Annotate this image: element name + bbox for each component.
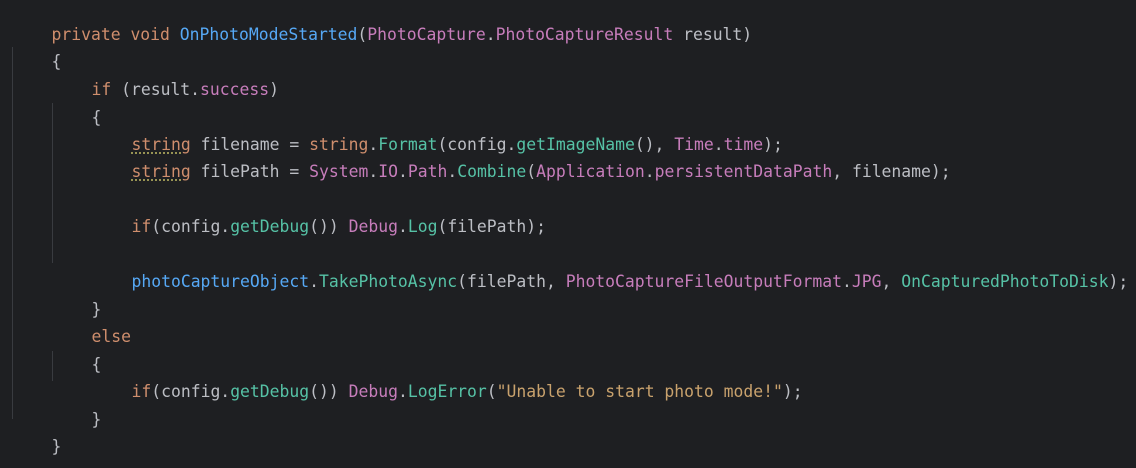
text: , filename);: [832, 162, 951, 181]
method-takephotoasync: TakePhotoAsync: [318, 272, 458, 291]
method-name: OnPhotoModeStarted: [179, 25, 358, 44]
paren: (: [486, 382, 497, 401]
method-logerror: LogError: [407, 382, 487, 401]
code-line-8[interactable]: photoCaptureObject.TakePhotoAsync(filePa…: [92, 249, 1128, 291]
text: ()): [309, 382, 349, 401]
method-getdebug: getDebug: [230, 217, 310, 236]
code-line-2[interactable]: {: [12, 29, 61, 71]
keyword-private: private: [51, 25, 121, 44]
code-line-14[interactable]: }: [12, 414, 61, 456]
dot: .: [397, 162, 408, 181]
keyword-if: if: [131, 382, 152, 401]
namespace-system: System: [309, 162, 369, 181]
param-result: result): [673, 25, 753, 44]
callback-oncapturedphototodisk: OnCapturedPhotoToDisk: [901, 272, 1109, 291]
field-success: success: [200, 80, 270, 99]
code-line-13[interactable]: }: [52, 387, 101, 429]
text: );: [1108, 272, 1129, 291]
type-path: Path: [407, 162, 448, 181]
code-line-3[interactable]: if (result.success): [52, 57, 279, 99]
dot: .: [447, 162, 458, 181]
code-line-4[interactable]: {: [52, 85, 101, 127]
type-photocapture: PhotoCapture: [367, 25, 486, 44]
namespace-io: IO: [378, 162, 398, 181]
method-log: Log: [407, 217, 438, 236]
code-line-6[interactable]: string filePath = System.IO.Path.Combine…: [92, 139, 950, 181]
brace-close: }: [51, 437, 62, 456]
dot: .: [309, 272, 319, 291]
type-debug: Debug: [348, 217, 398, 236]
type-photocapturefileoutputformat: PhotoCaptureFileOutputFormat: [565, 272, 843, 291]
string-literal: "Unable to start photo mode!": [496, 382, 783, 401]
dot: .: [397, 217, 408, 236]
dot: .: [485, 25, 496, 44]
text: );: [782, 382, 803, 401]
text: ()): [309, 217, 349, 236]
type-photocaptureresult: PhotoCaptureResult: [495, 25, 674, 44]
code-line-12[interactable]: if(config.getDebug()) Debug.LogError("Un…: [92, 359, 802, 401]
enum-jpg: JPG: [851, 272, 882, 291]
dot: .: [842, 272, 852, 291]
text: (config.: [151, 217, 231, 236]
text: ,: [881, 272, 902, 291]
field-photocaptureobject: photoCaptureObject: [131, 272, 310, 291]
keyword-string: string: [131, 162, 191, 181]
paren: ): [269, 80, 279, 99]
code-line-10[interactable]: else: [52, 304, 130, 346]
code-editor[interactable]: private void OnPhotoModeStarted(PhotoCap…: [0, 0, 1136, 468]
code-line-5[interactable]: string filename = string.Format(config.g…: [92, 112, 782, 154]
text: (filePath,: [457, 272, 566, 291]
code-line-9[interactable]: }: [52, 277, 101, 319]
indent-guide: [12, 47, 13, 419]
brace-close: }: [91, 410, 102, 429]
text: (config.: [151, 382, 231, 401]
expression: (result.: [111, 80, 201, 99]
field-persistentdatapath: persistentDataPath: [654, 162, 833, 181]
dot: .: [644, 162, 655, 181]
paren: (: [526, 162, 537, 181]
dot: .: [397, 382, 408, 401]
keyword-void: void: [130, 25, 170, 44]
type-debug: Debug: [348, 382, 398, 401]
paren: (: [357, 25, 368, 44]
method-getdebug: getDebug: [230, 382, 310, 401]
keyword-if: if: [131, 217, 152, 236]
code-line-1[interactable]: private void OnPhotoModeStarted(PhotoCap…: [12, 2, 752, 44]
dot: .: [368, 162, 379, 181]
method-combine: Combine: [457, 162, 527, 181]
code-line-7[interactable]: if(config.getDebug()) Debug.Log(filePath…: [92, 194, 546, 236]
text: (filePath);: [437, 217, 547, 236]
text: filePath =: [190, 162, 310, 181]
code-line-11[interactable]: {: [52, 332, 101, 374]
type-application: Application: [536, 162, 645, 181]
